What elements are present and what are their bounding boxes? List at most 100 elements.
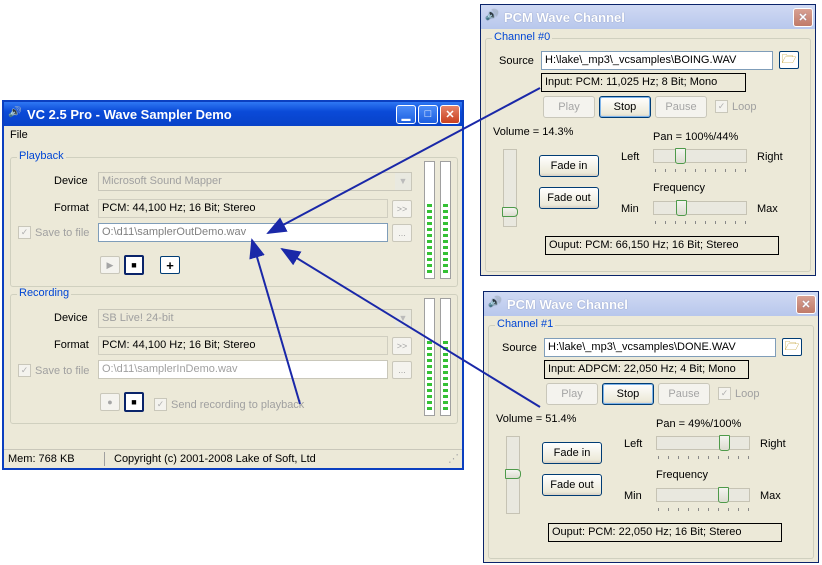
meter-led [427,228,432,231]
meter-led [443,353,448,356]
meter-led [443,383,448,386]
maximize-icon[interactable]: □ [418,104,438,124]
frequency-slider-thumb[interactable] [718,487,729,503]
playback-save-checkbox[interactable]: ✓ Save to file [18,226,89,239]
meter-led [443,407,448,410]
fade-in-button[interactable]: Fade in [539,155,599,177]
close-icon[interactable]: ✕ [796,294,816,314]
stop-icon[interactable]: ■ [124,255,144,275]
loop-label: Loop [732,100,757,113]
main-title-bar[interactable]: 🔊 VC 2.5 Pro - Wave Sampler Demo ▁ □ ✕ [4,102,462,126]
source-input[interactable]: H:\lake\_mp3\_vcsamples\DONE.WAV [544,338,776,357]
menu-file[interactable]: File [10,129,28,141]
close-icon[interactable]: ✕ [793,7,813,27]
frequency-min-label: Min [621,203,639,215]
stop-button[interactable]: Stop [599,96,651,118]
send-to-playback-label: Send recording to playback [171,398,305,411]
meter-led [443,210,448,213]
channel-title: PCM Wave Channel [504,9,625,25]
pan-slider-thumb[interactable] [675,148,686,164]
folder-open-icon[interactable]: 🗁 [779,51,799,69]
checkbox-check-icon: ✓ [154,398,167,411]
recording-save-checkbox[interactable]: ✓ Save to file [18,364,89,377]
frequency-slider[interactable] [653,200,747,216]
meter-led [443,222,448,225]
chevron-down-icon[interactable]: ▼ [395,173,411,190]
recording-group-label: Recording [17,287,72,299]
status-bar: Mem: 768 KB Copyright (c) 2001-2008 Lake… [4,449,462,468]
close-icon[interactable]: ✕ [440,104,460,124]
channel-title-bar[interactable]: 🔊 PCM Wave Channel ✕ [481,5,815,29]
chevron-down-icon[interactable]: ▼ [395,310,411,327]
channel-group-label: Channel #0 [492,31,553,43]
meter-led [427,264,432,267]
recording-format-field: PCM: 44,100 Hz; 16 Bit; Stereo [98,336,388,355]
meter-led [443,216,448,219]
channel-title-bar[interactable]: 🔊 PCM Wave Channel ✕ [484,292,818,316]
play-icon[interactable]: ▶ [100,256,120,274]
recording-device-select[interactable]: SB Live! 24-bit ▼ [98,309,412,328]
meter-led [427,347,432,350]
volume-slider[interactable] [502,149,518,227]
checkbox-check-icon: ✓ [18,226,31,239]
playback-device-value: Microsoft Sound Mapper [102,175,222,187]
playback-save-path-input[interactable]: O:\d11\samplerOutDemo.wav [98,223,388,242]
input-format-field: Input: PCM: 11,025 Hz; 8 Bit; Mono [541,73,746,92]
checkbox-check-icon: ✓ [18,364,31,377]
playback-device-label: Device [54,175,88,187]
recording-device-value: SB Live! 24-bit [102,312,174,324]
volume-slider-thumb[interactable] [505,469,521,479]
pause-button[interactable]: Pause [658,383,710,405]
meter-led [427,389,432,392]
volume-slider[interactable] [505,436,521,514]
playback-format-button[interactable]: >> [392,200,412,218]
meter-led [443,347,448,350]
add-button[interactable]: + [160,256,180,274]
frequency-slider-thumb[interactable] [676,200,687,216]
meter-led [443,359,448,362]
pause-button[interactable]: Pause [655,96,707,118]
app-icon: 🔊 [488,297,501,308]
playback-meter-left [424,161,435,279]
meter-led [443,246,448,249]
play-button[interactable]: Play [546,383,598,405]
loop-checkbox[interactable]: ✓ Loop [715,100,756,113]
record-icon[interactable]: ● [100,393,120,411]
frequency-slider[interactable] [656,487,750,503]
recording-format-label: Format [54,339,89,351]
frequency-max-label: Max [760,490,781,502]
recording-browse-button[interactable]: ... [392,361,412,379]
fade-out-button[interactable]: Fade out [542,474,602,496]
volume-slider-thumb[interactable] [502,207,518,217]
meter-led [427,341,432,344]
send-to-playback-checkbox[interactable]: ✓ Send recording to playback [154,398,304,411]
checkbox-check-icon: ✓ [718,387,731,400]
channel-title: PCM Wave Channel [507,296,628,312]
playback-browse-button[interactable]: ... [392,224,412,242]
frequency-min-label: Min [624,490,642,502]
meter-led [443,371,448,374]
stop-button[interactable]: Stop [602,383,654,405]
main-window-title: VC 2.5 Pro - Wave Sampler Demo [27,106,232,122]
source-input[interactable]: H:\lake\_mp3\_vcsamples\BOING.WAV [541,51,773,70]
pan-slider[interactable] [656,435,750,451]
loop-checkbox[interactable]: ✓ Loop [718,387,759,400]
recording-format-button[interactable]: >> [392,337,412,355]
fade-out-button[interactable]: Fade out [539,187,599,209]
fade-in-button[interactable]: Fade in [542,442,602,464]
resize-grip-icon[interactable]: ⋰ [448,452,459,465]
meter-led [427,234,432,237]
recording-save-path-input[interactable]: O:\d11\samplerInDemo.wav [98,360,388,379]
recording-meter-right [440,298,451,416]
minimize-icon[interactable]: ▁ [396,104,416,124]
folder-open-icon[interactable]: 🗁 [782,338,802,356]
frequency-label: Frequency [656,469,708,481]
playback-save-label: Save to file [35,226,90,239]
channel-group-label: Channel #1 [495,318,556,330]
pan-slider-thumb[interactable] [719,435,730,451]
stop-icon[interactable]: ■ [124,392,144,412]
playback-group-label: Playback [17,150,66,162]
play-button[interactable]: Play [543,96,595,118]
pan-slider[interactable] [653,148,747,164]
playback-device-select[interactable]: Microsoft Sound Mapper ▼ [98,172,412,191]
